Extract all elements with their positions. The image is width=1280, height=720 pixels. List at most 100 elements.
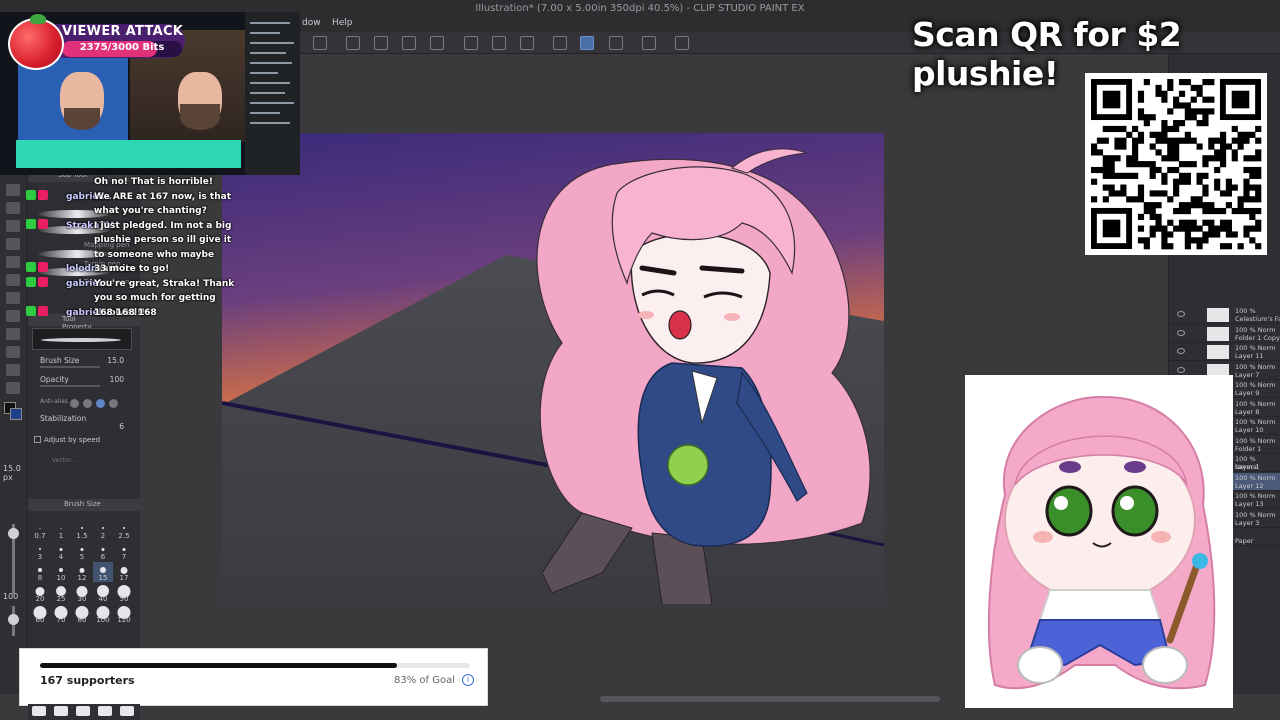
tool-eraser-icon[interactable]: [6, 238, 20, 250]
brush-size-option[interactable]: 8: [30, 562, 50, 582]
qr-module: [1196, 202, 1203, 209]
tool-text-icon[interactable]: [6, 310, 20, 322]
layer-row[interactable]: 100 % Norm Folder 1 Copy: [1169, 325, 1280, 343]
antialias-none[interactable]: [70, 399, 79, 408]
qr-module: [1249, 172, 1256, 179]
opacity-slider-knob[interactable]: [8, 614, 19, 625]
brush-size-option[interactable]: 50: [114, 583, 134, 603]
qr-module: [1214, 149, 1221, 156]
crop-icon[interactable]: [430, 36, 444, 50]
brush-size-option[interactable]: 10: [51, 562, 71, 582]
plush-blush-left: [1033, 531, 1053, 543]
tool-pen-icon[interactable]: [6, 202, 20, 214]
tool-figure-icon[interactable]: [6, 292, 20, 304]
eye-icon[interactable]: [1177, 311, 1185, 317]
brush-size-slider[interactable]: [40, 366, 100, 368]
goal-progress-fill: [40, 663, 397, 668]
brush-size-option[interactable]: 25: [51, 583, 71, 603]
sub-color-swatch[interactable]: [10, 408, 22, 420]
brush-size-option[interactable]: 20: [30, 583, 50, 603]
brush-size-dot: [60, 527, 62, 529]
brush-size-row[interactable]: Brush Size 15.0: [40, 356, 136, 370]
info-icon[interactable]: i: [462, 674, 474, 686]
brush-size-option[interactable]: 60: [30, 604, 50, 624]
lasso-icon[interactable]: [492, 36, 506, 50]
brush-size-option[interactable]: 2: [93, 520, 113, 540]
brush-size-option[interactable]: 6: [93, 541, 113, 561]
select-icon[interactable]: [464, 36, 478, 50]
antialias-weak[interactable]: [83, 399, 92, 408]
adjust-by-speed[interactable]: Adjust by speed: [34, 436, 100, 444]
clear-icon[interactable]: [374, 36, 388, 50]
eye-icon[interactable]: [1177, 366, 1185, 373]
brush-size-option[interactable]: 30: [72, 583, 92, 603]
eye-icon[interactable]: [1177, 348, 1185, 354]
qr-code[interactable]: [1085, 73, 1267, 255]
brush-size-option[interactable]: 2.5: [114, 520, 134, 540]
brush-size-option[interactable]: 100: [93, 604, 113, 624]
brush-size-option[interactable]: 0.7: [30, 520, 50, 540]
qr-module: [1190, 202, 1197, 209]
tool-brush-icon[interactable]: [6, 220, 20, 232]
qr-module: [1214, 178, 1221, 185]
dock-button-1[interactable]: [32, 706, 46, 716]
menu-help[interactable]: Help: [332, 18, 353, 28]
stabilization-value[interactable]: 6: [119, 422, 124, 431]
brush-size-option[interactable]: 15: [93, 562, 113, 582]
brush-size-option[interactable]: 1: [51, 520, 71, 540]
fill-icon[interactable]: [402, 36, 416, 50]
opacity-slider[interactable]: [40, 385, 100, 387]
settings-icon[interactable]: [675, 36, 689, 50]
tool-move-icon[interactable]: [6, 364, 20, 376]
tool-fill-icon[interactable]: [6, 256, 20, 268]
opacity-value[interactable]: 100: [110, 375, 124, 384]
pen-icon[interactable]: [553, 36, 567, 50]
brush-size-option[interactable]: 12: [72, 562, 92, 582]
brush-icon[interactable]: [580, 36, 594, 50]
pencil-icon[interactable]: [609, 36, 623, 50]
qr-module: [1202, 202, 1209, 209]
brush-size-option[interactable]: 17: [114, 562, 134, 582]
dock-button-2[interactable]: [54, 706, 68, 716]
tool-hand-icon[interactable]: [6, 382, 20, 394]
antialias-medium[interactable]: [96, 399, 105, 408]
layer-thumbnail: [1207, 345, 1229, 359]
menu-window[interactable]: dow: [302, 18, 321, 28]
brush-size-option[interactable]: 1.5: [72, 520, 92, 540]
redo-icon[interactable]: [313, 36, 327, 50]
brush-size-option[interactable]: 3: [30, 541, 50, 561]
adjust-checkbox[interactable]: [34, 436, 41, 443]
layer-row[interactable]: 100 %Celestium's Fa...: [1169, 306, 1280, 324]
tool-eyedropper-icon[interactable]: [6, 184, 20, 196]
brush-size-option[interactable]: 120: [114, 604, 134, 624]
brush-size-option[interactable]: 7: [114, 541, 134, 561]
size-slider-knob[interactable]: [8, 528, 19, 539]
layer-row[interactable]: 100 % Norm Layer 11: [1169, 343, 1280, 361]
antialias-strong[interactable]: [109, 399, 118, 408]
tool-ruler-icon[interactable]: [6, 346, 20, 358]
dock-button-4[interactable]: [98, 706, 112, 716]
dock-button-3[interactable]: [76, 706, 90, 716]
qr-module: [1219, 225, 1227, 232]
brush-size-option[interactable]: 5: [72, 541, 92, 561]
eye-icon[interactable]: [1177, 329, 1185, 336]
brush-size-option[interactable]: 4: [51, 541, 71, 561]
qr-finder: [1102, 219, 1121, 238]
opacity-row[interactable]: Opacity 100: [40, 375, 136, 389]
ruler-icon[interactable]: [642, 36, 656, 50]
deselect-icon[interactable]: [520, 36, 534, 50]
transform-icon[interactable]: [346, 36, 360, 50]
horizontal-scrollbar[interactable]: [600, 696, 940, 702]
dock-button-5[interactable]: [120, 706, 134, 716]
tool-gradient-icon[interactable]: [6, 274, 20, 286]
brush-size-value[interactable]: 15.0: [107, 356, 124, 365]
chat-strip-line: [250, 52, 286, 54]
drawing-canvas[interactable]: [222, 133, 884, 605]
tool-balloon-icon[interactable]: [6, 328, 20, 340]
brush-size-option[interactable]: 70: [51, 604, 71, 624]
stabilization-row[interactable]: Stabilization 6: [40, 414, 136, 431]
brush-size-option[interactable]: 40: [93, 583, 113, 603]
qr-module: [1167, 79, 1174, 86]
brush-size-option[interactable]: 80: [72, 604, 92, 624]
qr-module: [1132, 155, 1139, 162]
